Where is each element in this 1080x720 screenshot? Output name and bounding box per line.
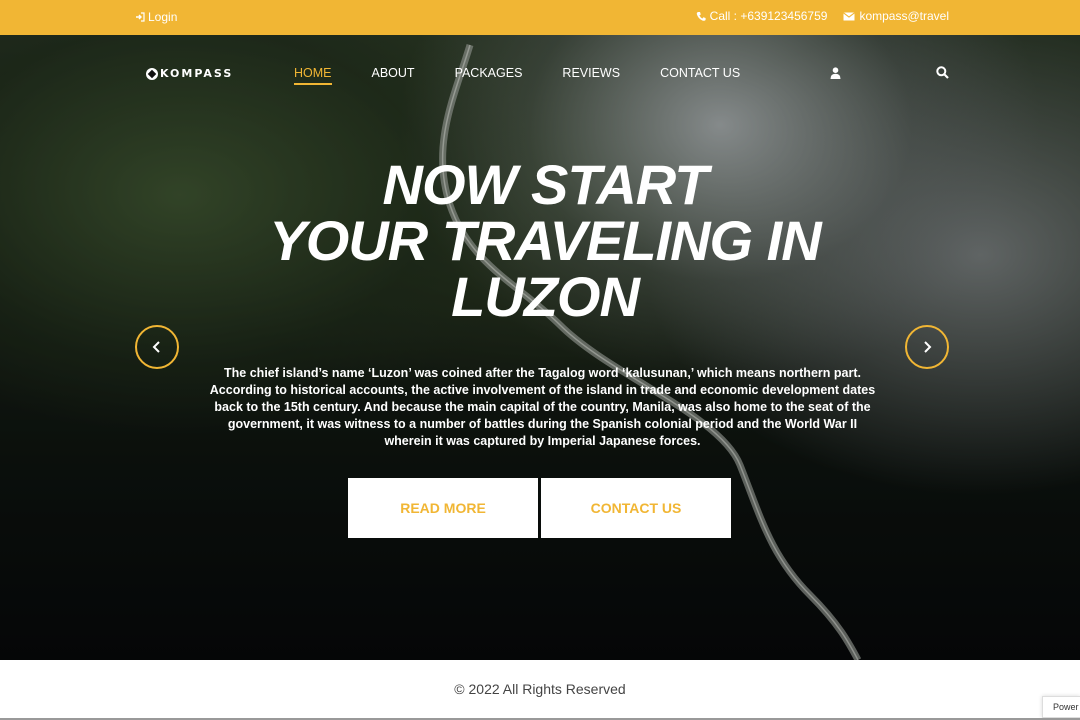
- logo-text: KOMPASS: [160, 67, 234, 80]
- nav-item-packages[interactable]: PACKAGES: [455, 66, 523, 85]
- nav-item-about[interactable]: ABOUT: [372, 66, 415, 85]
- nav-item-home[interactable]: HOME: [294, 66, 332, 85]
- nav-item-reviews[interactable]: REVIEWS: [562, 66, 620, 85]
- carousel-prev-button[interactable]: [135, 325, 179, 369]
- compass-icon: [146, 67, 158, 80]
- footer: © 2022 All Rights Reserved Power: [0, 660, 1080, 720]
- hero-headline: NOW START YOUR TRAVELING IN LUZON: [240, 157, 850, 325]
- email-label: kompass@travel: [859, 9, 949, 23]
- login-link[interactable]: Login: [135, 10, 177, 24]
- read-more-button[interactable]: READ MORE: [348, 478, 538, 538]
- chevron-left-icon: [152, 341, 160, 353]
- copyright-text: © 2022 All Rights Reserved: [454, 681, 626, 697]
- site-logo[interactable]: KOMPASS: [146, 67, 233, 80]
- phone-contact[interactable]: Call : +639123456759: [696, 9, 828, 23]
- nav-item-contact-us[interactable]: CONTACT US: [660, 66, 740, 85]
- contact-info: Call : +639123456759 kompass@travel: [696, 9, 949, 23]
- headline-line-1: NOW START: [382, 153, 709, 216]
- contact-us-button[interactable]: CONTACT US: [541, 478, 731, 538]
- search-icon[interactable]: [936, 66, 949, 84]
- headline-line-2: YOUR TRAVELING IN: [269, 209, 821, 272]
- carousel-next-button[interactable]: [905, 325, 949, 369]
- email-contact[interactable]: kompass@travel: [843, 9, 949, 23]
- user-icon[interactable]: [830, 66, 841, 84]
- login-label: Login: [148, 10, 178, 24]
- top-bar: Login Call : +639123456759 kompass@trave…: [0, 0, 1080, 35]
- hero-banner: KOMPASS HOME ABOUT PACKAGES REVIEWS CONT…: [0, 35, 1080, 660]
- nav-menu: HOME ABOUT PACKAGES REVIEWS CONTACT US: [294, 66, 740, 85]
- phone-label: Call : +639123456759: [709, 9, 828, 23]
- headline-line-3: LUZON: [451, 265, 640, 328]
- chevron-right-icon: [924, 341, 932, 353]
- login-icon: [136, 12, 145, 22]
- hero-description: The chief island’s name ‘Luzon’ was coin…: [209, 366, 876, 448]
- main-navigation: KOMPASS HOME ABOUT PACKAGES REVIEWS CONT…: [0, 35, 1080, 110]
- envelope-icon: [843, 11, 856, 20]
- phone-icon: [696, 11, 706, 21]
- powered-by-badge[interactable]: Power: [1042, 696, 1080, 718]
